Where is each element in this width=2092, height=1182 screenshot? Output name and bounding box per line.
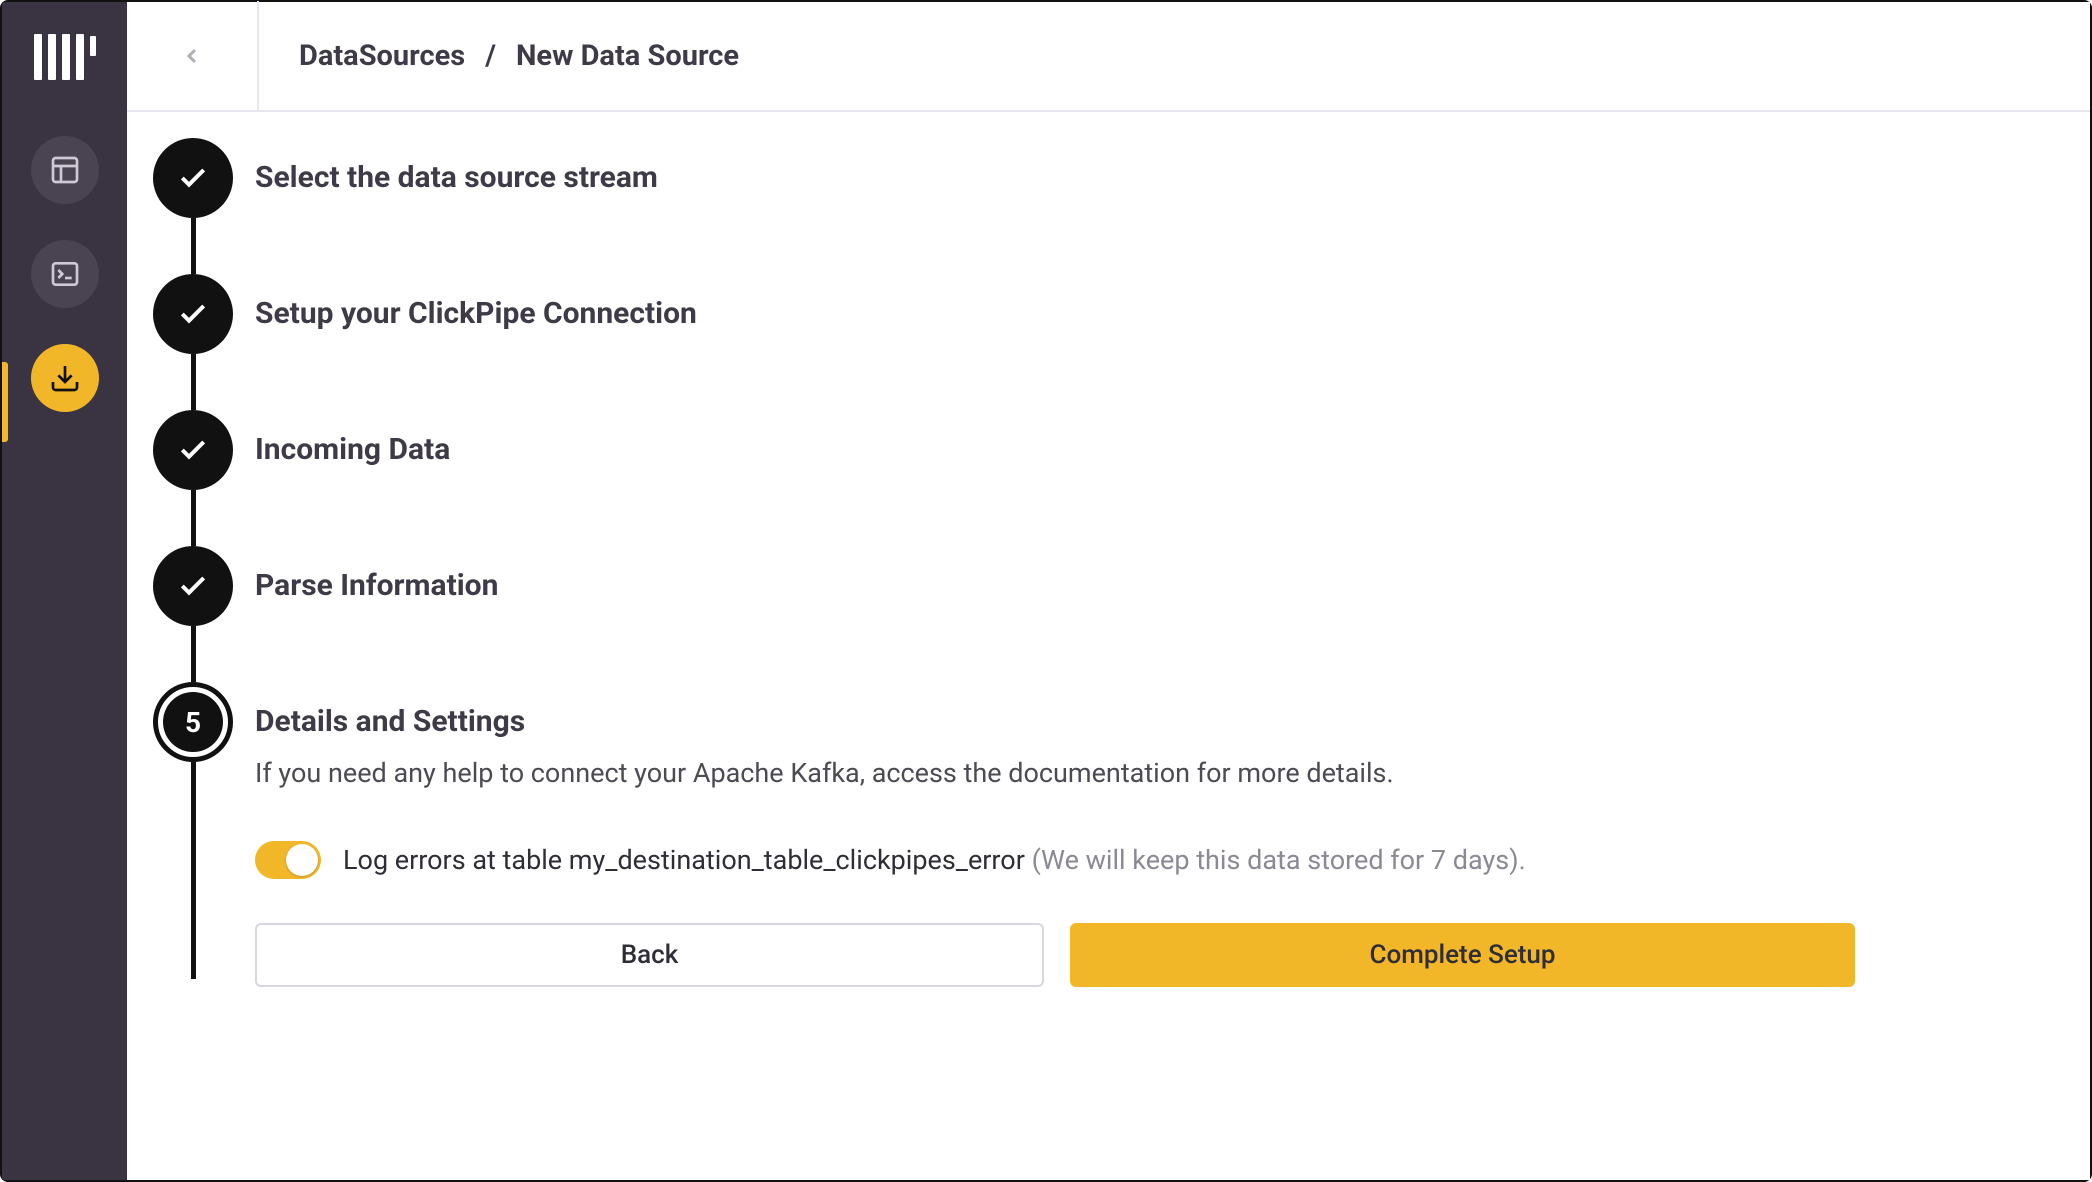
step-1-indicator xyxy=(153,138,233,218)
import-icon xyxy=(49,362,81,394)
step-2-indicator xyxy=(153,274,233,354)
sidebar-item-layout[interactable] xyxy=(31,136,99,204)
log-errors-toggle[interactable] xyxy=(255,841,321,879)
step-4-indicator xyxy=(153,546,233,626)
step-5-indicator: 5 xyxy=(153,682,233,762)
sidebar-item-import[interactable] xyxy=(31,344,99,412)
header: DataSources / New Data Source xyxy=(127,2,2090,112)
step-5: 5 Details and Settings If you need any h… xyxy=(153,682,2064,987)
step-3-indicator xyxy=(153,410,233,490)
step-5-number: 5 xyxy=(163,692,223,752)
toggle-knob xyxy=(286,844,318,876)
back-nav-button[interactable] xyxy=(127,1,259,111)
step-2-label: Setup your ClickPipe Connection xyxy=(255,296,697,331)
complete-setup-button[interactable]: Complete Setup xyxy=(1070,923,1855,987)
check-icon xyxy=(177,570,209,602)
breadcrumb: DataSources / New Data Source xyxy=(299,39,739,73)
step-4: Parse Information xyxy=(153,546,2064,682)
sidebar-active-indicator xyxy=(2,362,8,442)
step-1: Select the data source stream xyxy=(153,138,2064,274)
layout-icon xyxy=(49,154,81,186)
check-icon xyxy=(177,298,209,330)
step-4-label: Parse Information xyxy=(255,568,498,603)
check-icon xyxy=(177,434,209,466)
back-button[interactable]: Back xyxy=(255,923,1044,987)
step-5-label: Details and Settings xyxy=(255,704,1855,739)
terminal-icon xyxy=(49,258,81,290)
step-3: Incoming Data xyxy=(153,410,2064,546)
step-1-label: Select the data source stream xyxy=(255,160,658,195)
breadcrumb-separator: / xyxy=(485,39,496,73)
log-errors-label: Log errors at table my_destination_table… xyxy=(343,844,1526,876)
step-5-description: If you need any help to connect your Apa… xyxy=(255,757,1855,789)
check-icon xyxy=(177,162,209,194)
logo-icon xyxy=(34,30,96,80)
breadcrumb-current: New Data Source xyxy=(516,39,739,73)
log-errors-row: Log errors at table my_destination_table… xyxy=(255,841,1855,879)
sidebar-item-terminal[interactable] xyxy=(31,240,99,308)
chevron-left-icon xyxy=(180,44,204,68)
stepper: Select the data source stream Setup your… xyxy=(153,138,2064,987)
step-2: Setup your ClickPipe Connection xyxy=(153,274,2064,410)
sidebar xyxy=(2,2,127,1180)
step-3-label: Incoming Data xyxy=(255,432,450,467)
breadcrumb-root[interactable]: DataSources xyxy=(299,39,465,73)
